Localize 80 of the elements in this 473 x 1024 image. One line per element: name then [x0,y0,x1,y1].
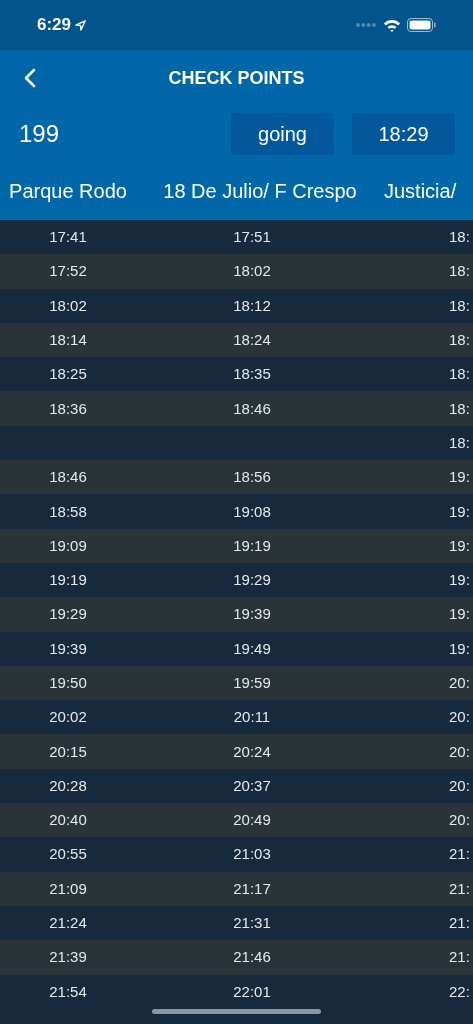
time-cell: 19:19 [233,536,271,554]
time-cell: 17:41 [49,228,87,246]
time-cell: 19:49 [233,639,271,657]
time-cell: 20:15 [49,742,87,760]
time-cell: 19: [449,605,470,623]
time-cell: 21:17 [233,879,271,897]
time-cell: 20:55 [49,845,87,863]
time-cell: 18:02 [233,262,271,280]
signal-icon [355,22,377,28]
time-cell: 18:14 [49,331,87,349]
time-cell: 18: [449,262,470,280]
time-cell: 20:49 [233,811,271,829]
time-cell: 21: [449,948,470,966]
time-cell: 19:39 [233,605,271,623]
time-cell: 19: [449,571,470,589]
time-cell: 19: [449,468,470,486]
time-cell: 18: [449,228,470,246]
time-cell: 19:50 [49,674,87,691]
time-cell: 20: [449,776,470,794]
time-cell: 21:31 [233,914,271,932]
time-cell: 19:59 [233,674,271,691]
status-time: 6:29 [37,14,72,37]
time-cell: 19:39 [49,639,87,657]
time-cell: 17:51 [233,228,271,246]
time-cell: 19: [449,502,470,520]
wifi-icon [383,18,401,32]
time-cell: 21:39 [49,948,87,966]
time-cell: 18: [449,399,470,417]
time-cell: 18:58 [49,502,87,520]
time-cell: 19: [449,639,470,657]
time-cell: 19: [449,536,470,554]
time-cell: 19:08 [233,502,271,520]
time-cell: 20:02 [49,708,87,726]
time-cell: 22: [449,982,470,1000]
time-cell: 21: [449,914,470,932]
page-title: CHECK POINTS [168,66,305,90]
battery-icon [407,18,436,32]
location-arrow-icon [75,19,87,31]
time-cell: 18: [449,331,470,349]
time-cell: 19:29 [49,605,87,623]
time-cell: 18:24 [233,331,271,349]
time-cell: 21: [449,879,470,897]
time-cell: 21:46 [233,948,271,966]
time-cell: 18:25 [49,365,87,383]
time-cell: 18:46 [233,399,271,417]
time-cell: 18:02 [49,296,87,314]
time-cell: 18:46 [49,468,87,486]
time-cell: 20: [449,811,470,829]
column-header: Parque Rodo [8,179,128,204]
time-cell: 18:35 [233,365,271,383]
time-cell: 19:19 [49,571,87,589]
time-cell: 20:28 [49,776,87,794]
route-number: 199 [19,119,61,149]
time-cell: 21: [449,845,470,863]
time-cell: 19:09 [49,536,87,554]
time-cell: 18:56 [233,468,271,486]
time-cell: 20:24 [233,742,271,760]
time-cell: 18:36 [49,399,87,417]
time-cell: 20: [449,674,470,691]
time-cell: 18: [449,365,470,383]
time-cell: 20:40 [49,811,87,829]
time-cell: 20:37 [233,776,271,794]
time-cell: 21:24 [49,914,87,932]
time-cell: 21:03 [233,845,271,863]
column-header: Justicia/ [384,179,458,204]
direction-button[interactable]: going [231,113,334,155]
time-cell: 20: [449,708,470,726]
time-cell: 17:52 [49,262,87,280]
time-cell: 20:11 [233,708,271,726]
time-cell: 19:29 [233,571,271,589]
time-cell: 21:09 [49,879,87,897]
time-cell: 18: [449,433,470,451]
time-cell: 18: [449,296,470,314]
time-cell: 21:54 [49,982,87,1000]
column-header: 18 De Julio/ F Crespo [162,179,358,204]
time-button[interactable]: 18:29 [352,113,455,155]
back-chevron-icon [24,68,36,88]
time-cell: 20: [449,742,470,760]
time-cell: 22:01 [233,982,271,1000]
time-cell: 18:12 [233,296,271,314]
